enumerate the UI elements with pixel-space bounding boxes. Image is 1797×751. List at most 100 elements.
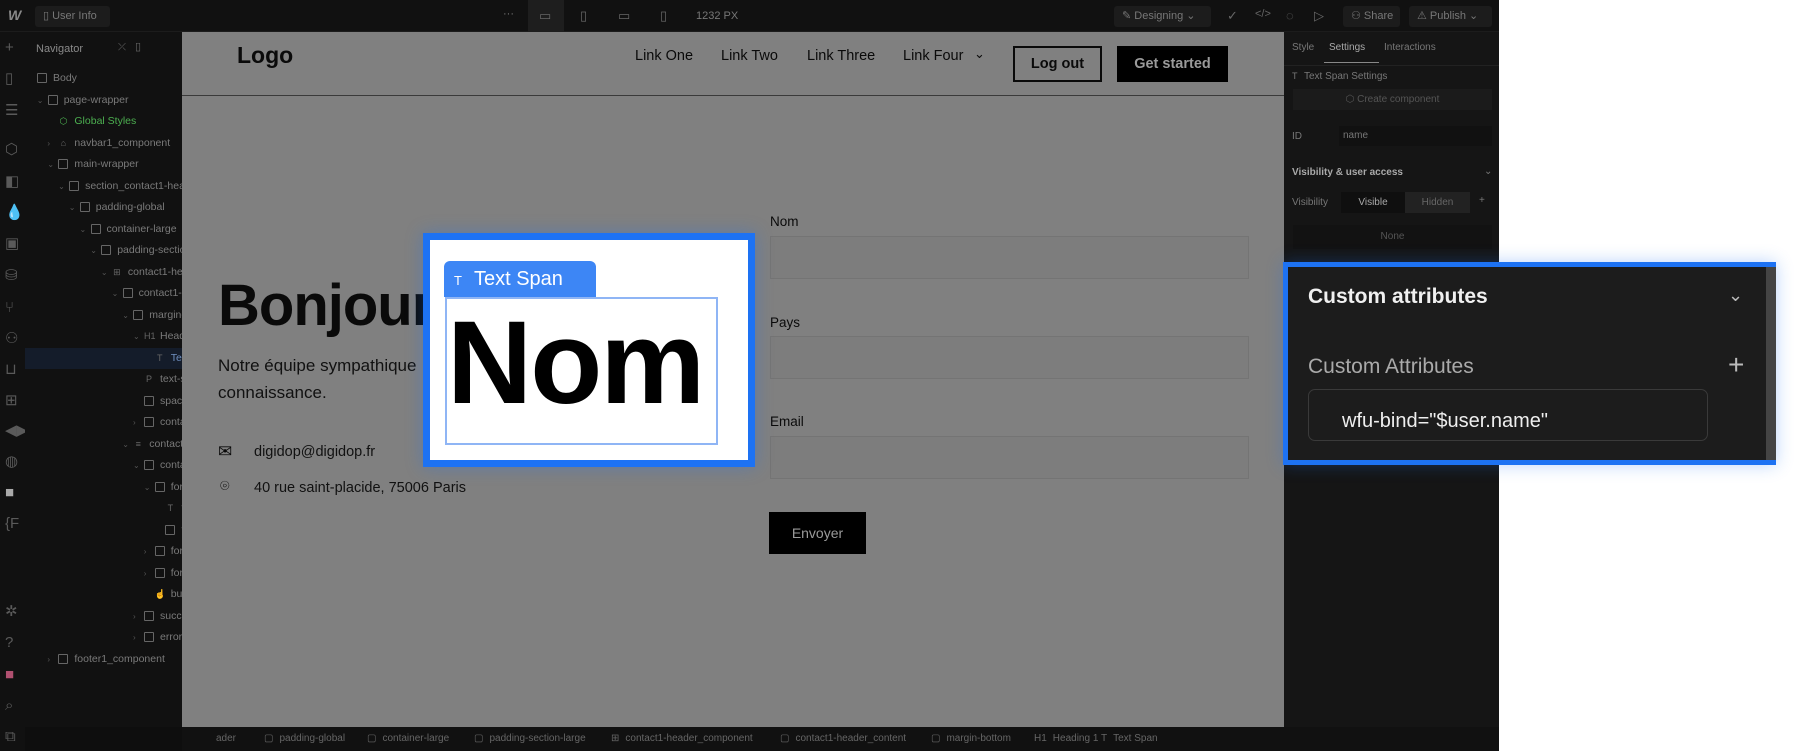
webflow-logo-icon[interactable]: W xyxy=(8,8,21,22)
navigator-row[interactable]: › ⌂ navbar1_component xyxy=(25,133,182,154)
breadcrumb-item[interactable]: ▢ container-large xyxy=(367,733,449,744)
chevron-right-icon[interactable]: › xyxy=(47,649,50,670)
navigator-icon[interactable]: ☰ xyxy=(5,103,18,118)
navigator-row[interactable]: ⌄ contact1-header_content xyxy=(25,283,182,304)
breadcrumb-item[interactable]: ader xyxy=(216,733,236,744)
navigator-row[interactable]: ⌄ padding-section-large xyxy=(25,240,182,261)
comment-icon[interactable]: ◌ xyxy=(1286,9,1294,22)
navigator-row[interactable]: ⌄ contact xyxy=(25,455,182,476)
chevron-down-icon[interactable]: ⌄ xyxy=(69,197,76,218)
breadcrumb-item[interactable]: H1 Heading 1 xyxy=(1034,733,1098,744)
navigator-row[interactable]: ⌄ H1 Heading 1 xyxy=(25,326,182,347)
chevron-down-icon[interactable]: ⌄ xyxy=(144,477,151,498)
navigator-row[interactable]: form xyxy=(25,520,182,541)
logic-icon[interactable]: ⑂ xyxy=(5,300,14,315)
cube-icon[interactable]: ■ xyxy=(5,485,14,500)
chevron-down-icon[interactable]: ⌄ xyxy=(47,154,54,175)
finsweet-icon[interactable]: {F xyxy=(5,516,19,531)
chevron-down-icon[interactable]: ⌄ xyxy=(90,240,97,261)
help-icon[interactable]: ? xyxy=(5,635,13,650)
dock-icon[interactable]: ▯ xyxy=(135,42,141,53)
navigator-row[interactable]: ⌄ container-large xyxy=(25,219,182,240)
chevron-down-icon[interactable]: ⌄ xyxy=(112,283,119,304)
visible-option[interactable]: Visible xyxy=(1341,192,1405,213)
nav-link-two[interactable]: Link Two xyxy=(721,48,778,64)
navigator-row[interactable]: ⌄ main-wrapper xyxy=(25,154,182,175)
navigator-row[interactable]: › success xyxy=(25,606,182,627)
navigator-row[interactable]: ⌄ margin-bottom xyxy=(25,305,182,326)
chevron-down-icon[interactable]: ⌄ xyxy=(133,326,140,347)
chevron-down-icon[interactable]: ⌄ xyxy=(122,434,129,455)
scrollbar[interactable] xyxy=(1766,267,1776,460)
navigator-row[interactable]: ⌄ page-wrapper xyxy=(25,90,182,111)
hidden-option[interactable]: Hidden xyxy=(1405,192,1470,213)
selected-element-outline[interactable]: Nom xyxy=(445,297,718,445)
navigator-row[interactable]: Tform xyxy=(25,498,182,519)
variables-icon[interactable]: 💧 xyxy=(5,205,24,220)
navigator-row[interactable]: ⌄ ⊞ contact1-header_component xyxy=(25,262,182,283)
publish-button[interactable]: ⚠ Publish ⌄ xyxy=(1409,6,1492,27)
create-component-button[interactable]: ⬡ Create component xyxy=(1293,89,1492,110)
submit-button[interactable]: Envoyer xyxy=(769,512,866,554)
chevron-right-icon[interactable]: › xyxy=(144,563,147,584)
tablet-icon[interactable]: ▯ xyxy=(580,9,587,22)
breadcrumb-item[interactable]: ▢ padding-section-large xyxy=(474,733,586,744)
chevron-down-icon[interactable]: ⌄ xyxy=(1484,166,1492,177)
cms-icon[interactable]: ⛁ xyxy=(5,268,18,283)
plugin-icon[interactable]: ◍ xyxy=(5,454,18,469)
pages-icon[interactable]: ▯ xyxy=(5,71,13,86)
add-attribute-icon[interactable]: + xyxy=(1728,349,1744,381)
breadcrumb-item[interactable]: ▢ margin-bottom xyxy=(931,733,1011,744)
chevron-down-icon[interactable]: ⌄ xyxy=(37,90,44,111)
chevron-right-icon[interactable]: › xyxy=(133,412,136,433)
breadcrumb-item[interactable]: ▢ contact1-header_content xyxy=(780,733,906,744)
navigator-row[interactable]: › form xyxy=(25,541,182,562)
logo[interactable]: Logo xyxy=(237,42,293,69)
nom-input[interactable] xyxy=(770,236,1249,279)
pays-input[interactable] xyxy=(770,336,1249,379)
mobile-portrait-icon[interactable]: ▯ xyxy=(660,9,667,22)
id-input[interactable]: name xyxy=(1339,126,1492,146)
collapse-icon[interactable]: ⤫ xyxy=(118,43,126,53)
nav-link-three[interactable]: Link Three xyxy=(807,48,875,64)
navigator-row[interactable]: T Text Span xyxy=(25,347,182,369)
search-icon[interactable]: ⌕ xyxy=(5,698,13,713)
check-icon[interactable]: ✓ xyxy=(1227,9,1238,22)
settings-icon[interactable]: ✲ xyxy=(5,604,18,619)
email-input[interactable] xyxy=(770,436,1249,479)
chevron-down-icon[interactable]: ⌄ xyxy=(80,219,87,240)
chevron-down-icon[interactable]: ⌄ xyxy=(58,176,65,197)
custom-attributes-header[interactable]: Custom attributes xyxy=(1308,285,1488,309)
logout-button[interactable]: Log out xyxy=(1013,46,1102,82)
more-icon[interactable]: ··· xyxy=(503,8,514,20)
navigator-row[interactable]: spacer xyxy=(25,391,182,412)
tab-interactions[interactable]: Interactions xyxy=(1384,42,1436,53)
navigator-row[interactable]: ⌄ form xyxy=(25,477,182,498)
desktop-breakpoint-button[interactable]: ▭ xyxy=(528,0,564,32)
nav-link-one[interactable]: Link One xyxy=(635,48,693,64)
contact-email[interactable]: digidop@digidop.fr xyxy=(254,444,375,460)
navigator-row[interactable]: ⌄ padding-global xyxy=(25,197,182,218)
navigator-row[interactable]: › form xyxy=(25,563,182,584)
add-icon[interactable]: + xyxy=(1479,195,1485,206)
get-started-button[interactable]: Get started xyxy=(1117,46,1228,82)
tab-settings[interactable]: Settings xyxy=(1329,42,1365,53)
navigator-row[interactable]: › footer1_component xyxy=(25,649,182,670)
assets-icon[interactable]: ▣ xyxy=(5,236,19,251)
chevron-right-icon[interactable]: › xyxy=(47,133,50,154)
add-icon[interactable]: + xyxy=(5,40,14,55)
code-icon[interactable]: </> xyxy=(1255,9,1271,20)
breadcrumb-item[interactable]: ▢ padding-global xyxy=(264,733,345,744)
nav-link-four[interactable]: Link Four xyxy=(903,48,963,64)
page-selector[interactable]: ▯ User Info xyxy=(35,6,110,27)
navigator-row[interactable]: ☝ button xyxy=(25,584,182,605)
chevron-down-icon[interactable]: ⌄ xyxy=(101,262,108,283)
chevron-right-icon[interactable]: › xyxy=(133,606,136,627)
users-icon[interactable]: ⚇ xyxy=(5,331,18,346)
chevron-right-icon[interactable]: › xyxy=(144,541,147,562)
chevron-right-icon[interactable]: › xyxy=(133,627,136,648)
navigator-row[interactable]: ⬡ Global Styles xyxy=(25,111,182,132)
navigator-row[interactable]: ⌄ ≡ contact1-form xyxy=(25,434,182,455)
navigator-row[interactable]: Ptext-size-medium xyxy=(25,369,182,390)
attribute-row[interactable]: wfu-bind="$user.name" xyxy=(1308,389,1708,441)
